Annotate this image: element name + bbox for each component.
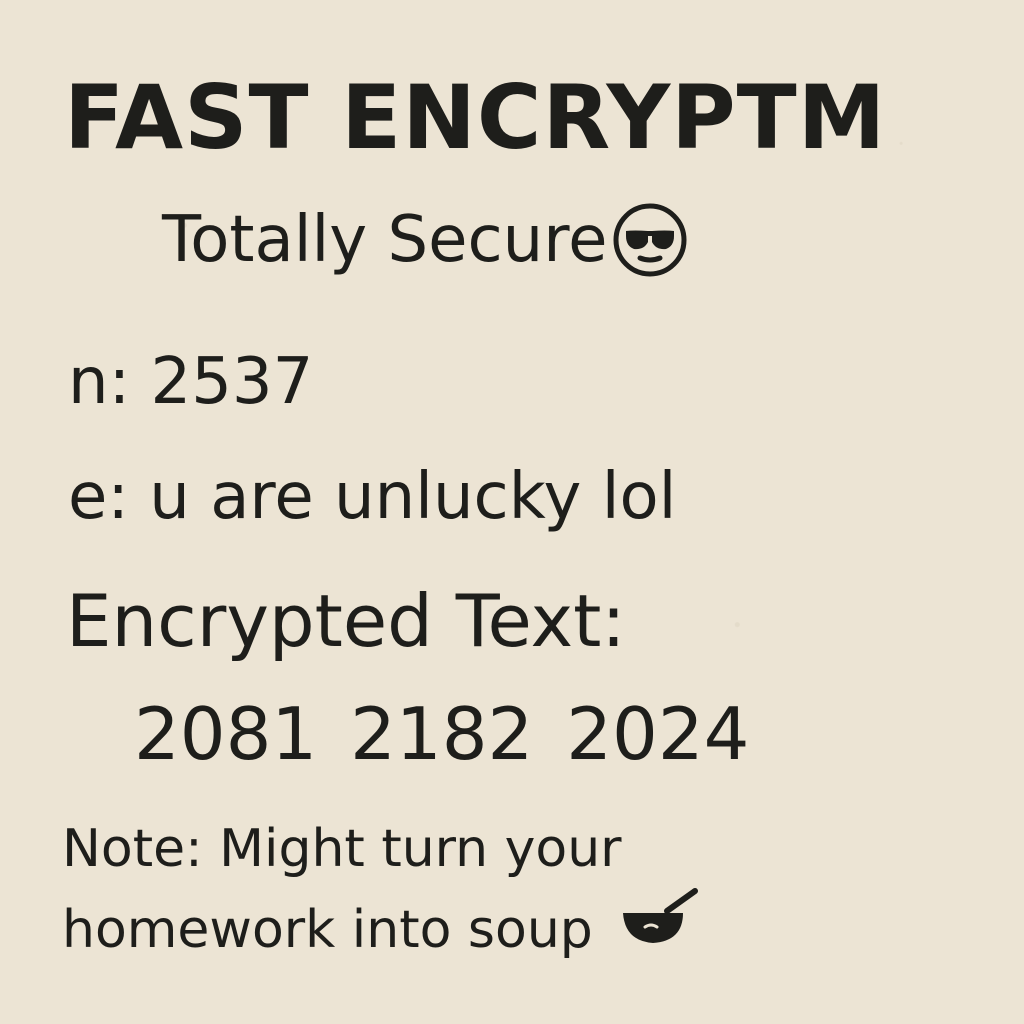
note-block: Note: Might turn your homework into soup — [62, 815, 822, 964]
subtitle-text: Totally Secure — [162, 203, 608, 277]
n-value: 2537 — [150, 345, 314, 419]
encrypted-text-label: Encrypted Text: — [66, 579, 626, 663]
e-line: e: u are unlucky lol — [68, 465, 676, 529]
encrypted-text-values: 2081 2182 2024 — [134, 692, 750, 776]
soup-bowl-icon — [623, 888, 699, 943]
e-value: u are unlucky lol — [149, 460, 677, 534]
e-label: e: — [68, 460, 129, 534]
page-title: FAST ENCRYPTM — [64, 66, 887, 169]
note-line-1: Note: Might turn your — [62, 819, 622, 879]
n-label: n: — [68, 345, 131, 419]
n-line: n: 2537 — [68, 350, 313, 414]
note-line-2-row: homework into soup — [62, 883, 822, 964]
note-line-2: homework into soup — [62, 900, 593, 960]
paper-background: FAST ENCRYPTM Totally Secure n: 2537 e: … — [0, 0, 1024, 1024]
sunglasses-face-icon — [613, 203, 686, 277]
subtitle-row: Totally Secure — [162, 200, 690, 280]
